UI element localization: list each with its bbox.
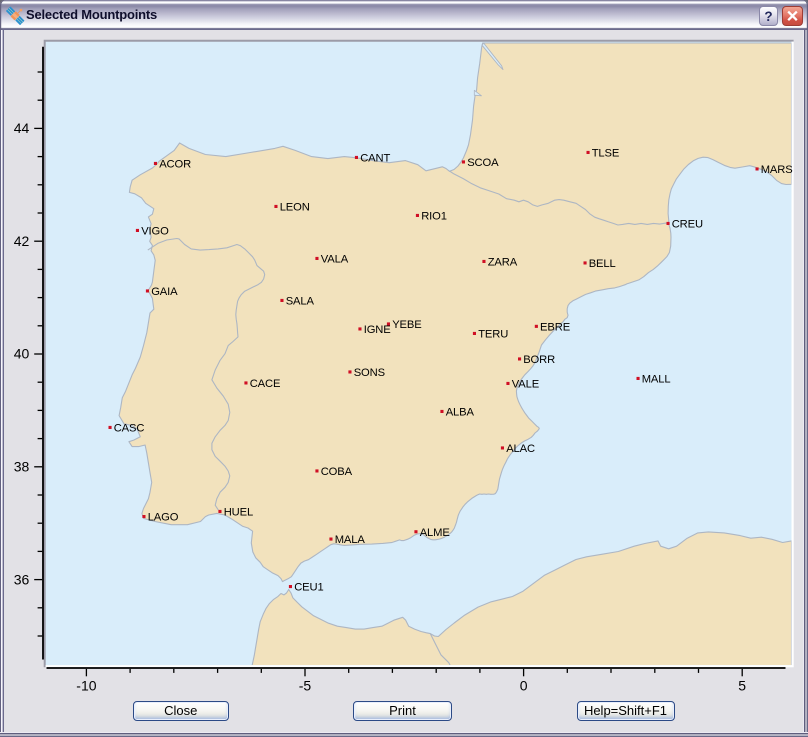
svg-text:ACOR: ACOR [159, 159, 191, 171]
svg-text:ZARA: ZARA [488, 257, 518, 269]
svg-text:ALBA: ALBA [446, 407, 475, 419]
svg-text:CREU: CREU [672, 219, 703, 231]
svg-text:VALE: VALE [512, 379, 539, 391]
svg-text:YEBE: YEBE [392, 319, 421, 331]
svg-text:GAIA: GAIA [151, 286, 178, 298]
svg-text:TERU: TERU [478, 329, 508, 341]
svg-text:-10: -10 [76, 678, 96, 694]
svg-text:36: 36 [14, 571, 30, 587]
svg-text:SCOA: SCOA [467, 157, 499, 169]
svg-text:5: 5 [738, 678, 746, 694]
svg-text:BORR: BORR [523, 354, 555, 366]
svg-text:CACE: CACE [250, 378, 281, 390]
svg-text:40: 40 [14, 346, 30, 362]
svg-text:CEU1: CEU1 [294, 582, 323, 594]
svg-text:CASC: CASC [114, 423, 145, 435]
svg-text:38: 38 [14, 459, 30, 475]
svg-text:ALME: ALME [420, 527, 450, 539]
svg-text:RIO1: RIO1 [421, 211, 447, 223]
svg-text:VIGO: VIGO [141, 226, 169, 238]
svg-text:TLSE: TLSE [592, 148, 620, 160]
svg-text:LAGO: LAGO [148, 512, 179, 524]
svg-text:BELL: BELL [589, 258, 616, 270]
svg-text:COBA: COBA [321, 466, 353, 478]
svg-text:MALL: MALL [642, 374, 671, 386]
svg-text:SONS: SONS [354, 367, 385, 379]
svg-text:EBRE: EBRE [540, 321, 570, 333]
svg-text:MARS: MARS [761, 164, 793, 176]
svg-text:-5: -5 [299, 678, 312, 694]
svg-text:HUEL: HUEL [224, 507, 253, 519]
svg-text:0: 0 [520, 678, 528, 694]
svg-text:42: 42 [14, 233, 30, 249]
svg-text:IGNE: IGNE [364, 324, 391, 336]
svg-text:44: 44 [14, 120, 30, 136]
svg-text:VALA: VALA [321, 254, 349, 266]
svg-text:LEON: LEON [280, 202, 310, 214]
svg-text:MALA: MALA [335, 534, 366, 546]
svg-text:CANT: CANT [360, 153, 390, 165]
svg-text:ALAC: ALAC [506, 443, 535, 455]
svg-text:SALA: SALA [286, 296, 315, 308]
